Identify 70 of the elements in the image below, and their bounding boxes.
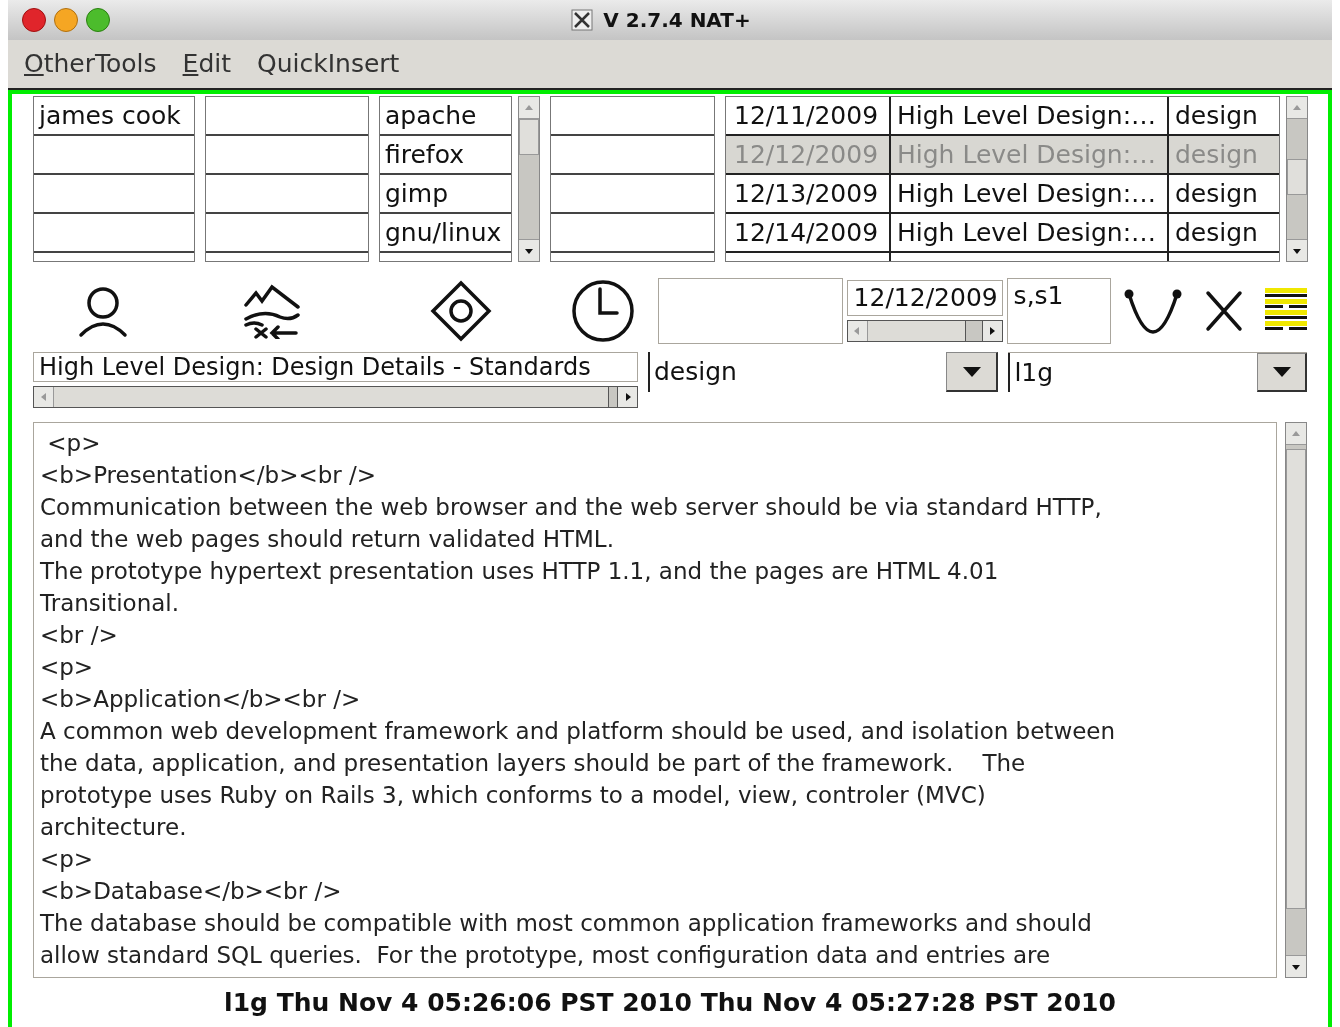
date-field[interactable]: 12/12/2009 xyxy=(846,280,1003,316)
horizontal-scrollbar[interactable] xyxy=(33,386,638,408)
status-text: l1g Thu Nov 4 05:26:06 PST 2010 Thu Nov 4 05:27:28 PST 2010 xyxy=(224,986,1116,1019)
minimize-button[interactable] xyxy=(54,8,78,32)
menu-item[interactable]: QuickInsert xyxy=(257,45,400,83)
tags-field[interactable]: s,s1 xyxy=(1006,278,1111,344)
clock-icon[interactable] xyxy=(570,279,635,343)
list-item[interactable]: apache xyxy=(380,97,511,136)
list-item[interactable]: james cook xyxy=(34,97,194,136)
editor-line: A common web development framework and platform should be used, and isolation between xyxy=(40,717,1117,746)
horizontal-scrollbar[interactable] xyxy=(846,320,1003,342)
list-item[interactable]: firefox xyxy=(380,136,511,175)
editor-line: architecture. xyxy=(40,813,188,842)
mountain-wave-icon[interactable] xyxy=(244,283,303,339)
editor-line: The prototype hypertext presentation uses HTTP 1.1, and the pages are HTML 4.01 xyxy=(40,557,1000,586)
close-icon[interactable] xyxy=(1205,290,1243,332)
table-row[interactable]: 12/13/2009 High Level Design:… design xyxy=(726,175,1279,214)
menu-item[interactable]: Edit xyxy=(182,45,231,83)
editor-line: <br /> xyxy=(40,621,119,650)
diamond-target-icon[interactable] xyxy=(429,280,492,342)
scrollbar-thumb[interactable] xyxy=(519,119,539,155)
text-editor[interactable] xyxy=(33,422,1277,978)
table-cell: High Level Design:… xyxy=(891,175,1169,212)
editor-line: allow standard SQL queries. For the prototype, most configuration data and entries are xyxy=(40,941,1052,970)
scrollbar-thumb[interactable] xyxy=(1286,449,1306,909)
dropdown-arrow-icon xyxy=(1272,367,1291,377)
table-cell-text: design xyxy=(1174,139,1259,171)
editor-line: prototype uses Ruby on Rails 3, which conforms to a model, view, controler (MVC) xyxy=(40,781,987,810)
editor-line: <b>Application</b><br /> xyxy=(40,685,362,714)
table-cell-text: design xyxy=(1174,178,1259,210)
type-combo[interactable]: design xyxy=(648,352,999,392)
zoom-button[interactable] xyxy=(86,8,110,32)
menu-item[interactable]: OtherTools xyxy=(24,45,157,83)
table-cell: 12/11/2009 xyxy=(726,97,891,134)
x-window-icon xyxy=(571,9,594,31)
editor-line: The database should be compatible with most common application frameworks and should xyxy=(40,909,1093,938)
table-cell: High Level Design:… xyxy=(891,97,1169,134)
dropdown-arrow-icon xyxy=(962,366,981,377)
user-combo[interactable]: l1g xyxy=(1008,352,1307,392)
window-title: V 2.7.4 NAT+ xyxy=(603,7,751,34)
table-row[interactable]: 12/11/2009 High Level Design:… design xyxy=(726,97,1279,136)
table-cell: High Level Design:… xyxy=(891,136,1169,173)
editor-line: <p> xyxy=(40,845,95,874)
editor-line: <p> xyxy=(40,653,95,682)
scrollbar-thumb[interactable] xyxy=(1287,159,1307,195)
scrollbar-thumb[interactable] xyxy=(867,321,966,341)
scrollbar-thumb[interactable] xyxy=(54,387,609,407)
vertical-scrollbar[interactable] xyxy=(518,96,540,262)
table-cell: 12/12/2009 xyxy=(726,136,891,173)
editor-line: and the web pages should return validated HTML. xyxy=(40,525,615,554)
table-cell-text: design xyxy=(1174,217,1259,249)
table-cell-text: design xyxy=(1174,100,1259,132)
close-button[interactable] xyxy=(22,8,46,32)
editor-line: the data, application, and presentation layers should be part of the framework. The xyxy=(40,749,1027,778)
list-item[interactable]: gnu/linux xyxy=(380,214,511,253)
editor-line: <p> xyxy=(46,429,102,458)
table-cell: 12/14/2009 xyxy=(726,214,891,251)
editor-line: Transitional. xyxy=(40,589,181,618)
u-curve-icon[interactable] xyxy=(1123,288,1183,334)
title-field[interactable]: High Level Design: Design Details - Standards xyxy=(33,352,638,382)
vertical-scrollbar[interactable] xyxy=(1286,96,1308,262)
editor-line: <b>Database</b><br /> xyxy=(40,877,343,906)
list-item[interactable]: gimp xyxy=(380,175,511,214)
vertical-scrollbar[interactable] xyxy=(1285,422,1307,978)
editor-line: Communication between the web browser and the web server should be via standard HTTP, xyxy=(40,493,1103,522)
table-row[interactable]: 12/14/2009 High Level Design:… design xyxy=(726,214,1279,253)
table-cell: High Level Design:… xyxy=(891,214,1169,251)
table-cell: 12/13/2009 xyxy=(726,175,891,212)
editor-line: <b>Presentation</b><br /> xyxy=(40,461,378,490)
input-field[interactable] xyxy=(657,278,843,344)
